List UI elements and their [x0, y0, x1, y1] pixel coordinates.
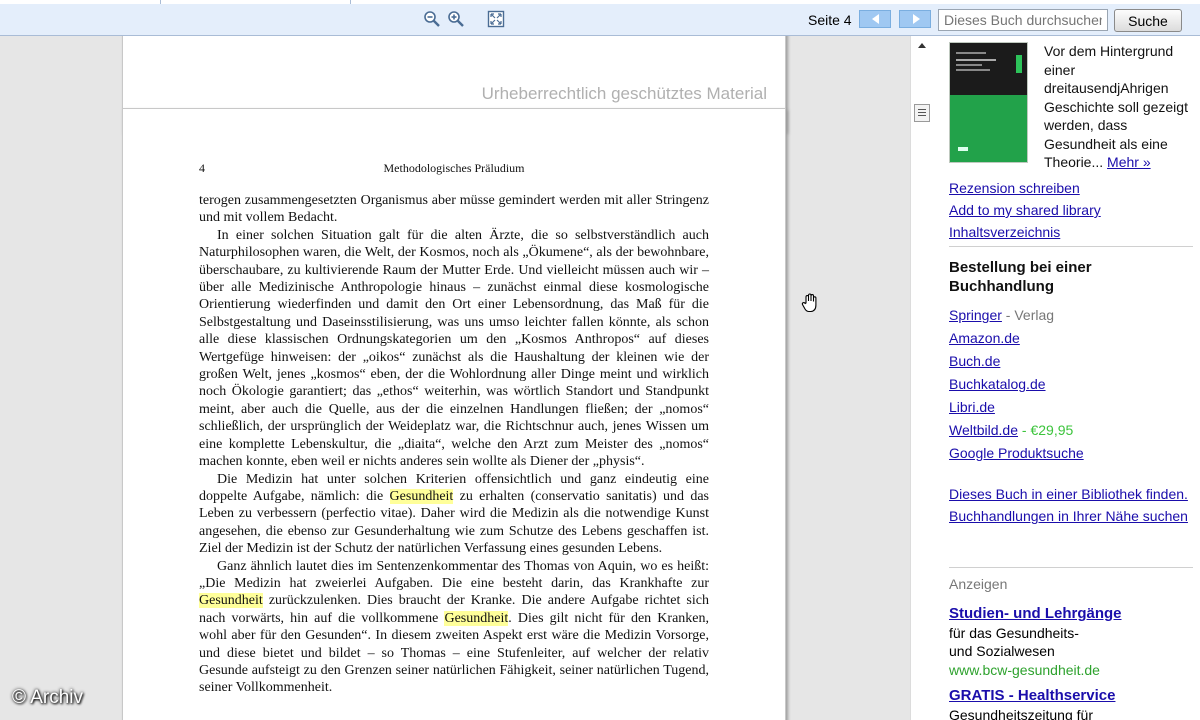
shop-link-google-products[interactable]: Google Produktsuche: [949, 442, 1084, 465]
search-highlight: Gesundheit: [389, 488, 454, 504]
page-body-text: terogen zusammengesetzten Organismus abe…: [199, 192, 709, 697]
divider: [949, 246, 1193, 247]
copyright-watermark: Urheberrechtlich geschütztes Material: [481, 84, 767, 103]
search-highlight: Gesundheit: [199, 593, 263, 609]
book-description: Vor dem Hintergrund einer dreitausendjAh…: [1044, 42, 1194, 172]
ad-text: für das Gesundheits-: [949, 624, 1079, 641]
tab-strip: [0, 0, 1200, 4]
ad-title-link[interactable]: Studien- und Lehrgänge: [949, 605, 1122, 622]
page-paragraph: Die Medizin hat unter solchen Kriterien …: [199, 471, 709, 558]
ad-text: und Sozialwesen: [949, 643, 1055, 659]
search-button[interactable]: Suche: [1114, 9, 1182, 32]
publisher-note: - Verlag: [1001, 307, 1055, 323]
paragraph-text: In einer solchen Situation galt für die …: [199, 227, 709, 470]
search-highlight: Gesundheit: [444, 610, 509, 626]
arrow-left-icon: [872, 14, 879, 24]
scroll-thumb[interactable]: [914, 104, 930, 122]
paragraph-text: Ganz ähnlich lautet dies im Sentenzenkom…: [199, 558, 709, 591]
page-indicator: Seite 4: [808, 12, 852, 28]
shop-link-buch[interactable]: Buch.de: [949, 350, 1084, 373]
page-paragraph: In einer solchen Situation galt für die …: [199, 227, 709, 471]
copyright-overlay: © Archiv: [12, 687, 84, 708]
divider: [949, 567, 1193, 568]
shop-link-buchkatalog[interactable]: Buchkatalog.de: [949, 373, 1084, 396]
paragraph-text: terogen zusammengesetzten Organismus abe…: [199, 193, 709, 226]
book-viewer[interactable]: Urheberrechtlich geschütztes Material 4 …: [0, 36, 910, 720]
next-page-button[interactable]: [899, 10, 931, 28]
viewer-toolbar: Seite 4 Suche: [0, 0, 1200, 36]
library-links: Dieses Buch in einer Bibliothek finden. …: [949, 485, 1189, 529]
fullscreen-icon[interactable]: [487, 10, 505, 28]
ad-text: Gesundheitszeitung für: [949, 706, 1093, 720]
page-paragraph: Ganz ähnlich lautet dies im Sentenzenkom…: [199, 558, 709, 697]
book-info-sidebar: Vor dem Hintergrund einer dreitausendjAh…: [933, 36, 1200, 720]
viewer-scrollbar[interactable]: [910, 36, 933, 720]
shop-list: Springer - Verlag Amazon.de Buch.de Buch…: [949, 304, 1084, 465]
ad-block: Studien- und Lehrgänge für das Gesundhei…: [949, 604, 1189, 679]
shop-link-weltbild[interactable]: Weltbild.de: [949, 422, 1018, 438]
find-in-library-link[interactable]: Dieses Buch in einer Bibliothek finden.: [949, 485, 1189, 504]
ad-title-link[interactable]: GRATIS - Healthservice: [949, 687, 1115, 704]
add-to-library-link[interactable]: Add to my shared library: [949, 199, 1101, 221]
hand-cursor-icon: [800, 292, 822, 319]
ad-block: GRATIS - Healthservice Gesundheitszeitun…: [949, 686, 1189, 720]
book-cover-thumbnail[interactable]: [949, 42, 1028, 163]
shop-link-libri[interactable]: Libri.de: [949, 396, 1084, 419]
ad-url[interactable]: www.bcw-gesundheit.de: [949, 661, 1189, 680]
zoom-in-icon[interactable]: [447, 10, 465, 28]
nearby-bookstores-link[interactable]: Buchhandlungen in Ihrer Nähe suchen: [949, 507, 1189, 526]
book-search-input[interactable]: [938, 9, 1108, 31]
running-head: Methodologisches Präludium: [383, 161, 525, 175]
arrow-right-icon: [913, 14, 920, 24]
price-label: - €29,95: [1018, 422, 1074, 438]
zoom-out-icon[interactable]: [423, 10, 441, 28]
table-of-contents-link[interactable]: Inhaltsverzeichnis: [949, 221, 1101, 243]
shop-link-amazon[interactable]: Amazon.de: [949, 327, 1084, 350]
shop-link-springer[interactable]: Springer: [949, 307, 1002, 323]
scroll-up-arrow-icon[interactable]: [917, 42, 927, 49]
page-paragraph: terogen zusammengesetzten Organismus abe…: [199, 192, 709, 227]
order-section-title: Bestellung bei einer Buchhandlung: [949, 259, 1092, 295]
write-review-link[interactable]: Rezension schreiben: [949, 177, 1101, 199]
ads-label: Anzeigen: [949, 576, 1008, 592]
book-page[interactable]: 4 Methodologisches Präludium terogen zus…: [122, 108, 786, 720]
book-action-links: Rezension schreiben Add to my shared lib…: [949, 177, 1101, 243]
prev-page-button[interactable]: [859, 10, 891, 28]
book-description-text: Vor dem Hintergrund einer dreitausendjAh…: [1044, 43, 1188, 170]
more-link[interactable]: Mehr »: [1107, 154, 1151, 170]
